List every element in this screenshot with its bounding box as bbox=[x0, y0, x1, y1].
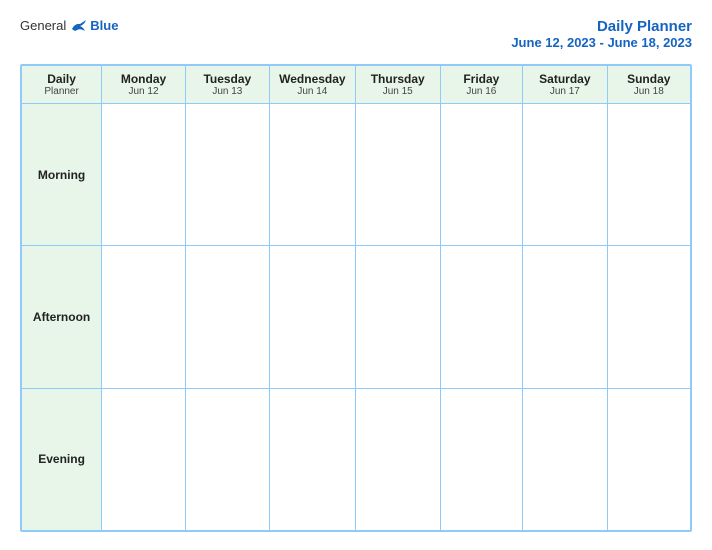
morning-sunday[interactable] bbox=[607, 104, 690, 246]
friday-name: Friday bbox=[443, 72, 521, 86]
evening-wednesday[interactable] bbox=[269, 388, 355, 530]
page: General Blue Daily Planner June 12, 2023… bbox=[0, 0, 712, 550]
sunday-name: Sunday bbox=[610, 72, 688, 86]
wednesday-date: Jun 14 bbox=[272, 86, 353, 97]
afternoon-friday[interactable] bbox=[440, 246, 523, 388]
planner-title: Daily Planner bbox=[511, 18, 692, 35]
afternoon-monday[interactable] bbox=[102, 246, 186, 388]
monday-name: Monday bbox=[104, 72, 183, 86]
morning-row: Morning bbox=[22, 104, 691, 246]
calendar-table: Daily Planner Monday Jun 12 Tuesday Jun … bbox=[21, 65, 691, 531]
header-saturday: Saturday Jun 17 bbox=[523, 66, 607, 104]
afternoon-row: Afternoon bbox=[22, 246, 691, 388]
evening-friday[interactable] bbox=[440, 388, 523, 530]
header: General Blue Daily Planner June 12, 2023… bbox=[20, 18, 692, 50]
afternoon-sunday[interactable] bbox=[607, 246, 690, 388]
morning-wednesday[interactable] bbox=[269, 104, 355, 246]
wednesday-name: Wednesday bbox=[272, 72, 353, 86]
header-daily-planner: Daily Planner bbox=[22, 66, 102, 104]
afternoon-saturday[interactable] bbox=[523, 246, 607, 388]
evening-tuesday[interactable] bbox=[185, 388, 269, 530]
evening-saturday[interactable] bbox=[523, 388, 607, 530]
header-tuesday: Tuesday Jun 13 bbox=[185, 66, 269, 104]
morning-saturday[interactable] bbox=[523, 104, 607, 246]
afternoon-wednesday[interactable] bbox=[269, 246, 355, 388]
saturday-name: Saturday bbox=[525, 72, 604, 86]
header-friday: Friday Jun 16 bbox=[440, 66, 523, 104]
header-sunday: Sunday Jun 18 bbox=[607, 66, 690, 104]
sunday-date: Jun 18 bbox=[610, 86, 688, 97]
evening-sunday[interactable] bbox=[607, 388, 690, 530]
header-monday: Monday Jun 12 bbox=[102, 66, 186, 104]
tuesday-date: Jun 13 bbox=[188, 86, 267, 97]
evening-thursday[interactable] bbox=[355, 388, 440, 530]
logo-blue-text: Blue bbox=[90, 18, 118, 33]
morning-label: Morning bbox=[22, 104, 102, 246]
header-col-line1: Daily bbox=[24, 72, 99, 86]
evening-row: Evening bbox=[22, 388, 691, 530]
thursday-name: Thursday bbox=[358, 72, 438, 86]
morning-tuesday[interactable] bbox=[185, 104, 269, 246]
evening-monday[interactable] bbox=[102, 388, 186, 530]
header-wednesday: Wednesday Jun 14 bbox=[269, 66, 355, 104]
logo-general-text: General bbox=[20, 18, 66, 33]
morning-monday[interactable] bbox=[102, 104, 186, 246]
header-thursday: Thursday Jun 15 bbox=[355, 66, 440, 104]
afternoon-thursday[interactable] bbox=[355, 246, 440, 388]
morning-thursday[interactable] bbox=[355, 104, 440, 246]
monday-date: Jun 12 bbox=[104, 86, 183, 97]
thursday-date: Jun 15 bbox=[358, 86, 438, 97]
logo-area: General Blue bbox=[20, 18, 118, 33]
saturday-date: Jun 17 bbox=[525, 86, 604, 97]
morning-friday[interactable] bbox=[440, 104, 523, 246]
evening-label: Evening bbox=[22, 388, 102, 530]
calendar-wrapper: Daily Planner Monday Jun 12 Tuesday Jun … bbox=[20, 64, 692, 532]
header-col-line2: Planner bbox=[24, 86, 99, 97]
planner-date-range: June 12, 2023 - June 18, 2023 bbox=[511, 35, 692, 50]
tuesday-name: Tuesday bbox=[188, 72, 267, 86]
afternoon-label: Afternoon bbox=[22, 246, 102, 388]
header-row: Daily Planner Monday Jun 12 Tuesday Jun … bbox=[22, 66, 691, 104]
friday-date: Jun 16 bbox=[443, 86, 521, 97]
logo-text: General Blue bbox=[20, 18, 118, 33]
logo-bird-icon bbox=[70, 19, 88, 33]
afternoon-tuesday[interactable] bbox=[185, 246, 269, 388]
title-area: Daily Planner June 12, 2023 - June 18, 2… bbox=[511, 18, 692, 50]
